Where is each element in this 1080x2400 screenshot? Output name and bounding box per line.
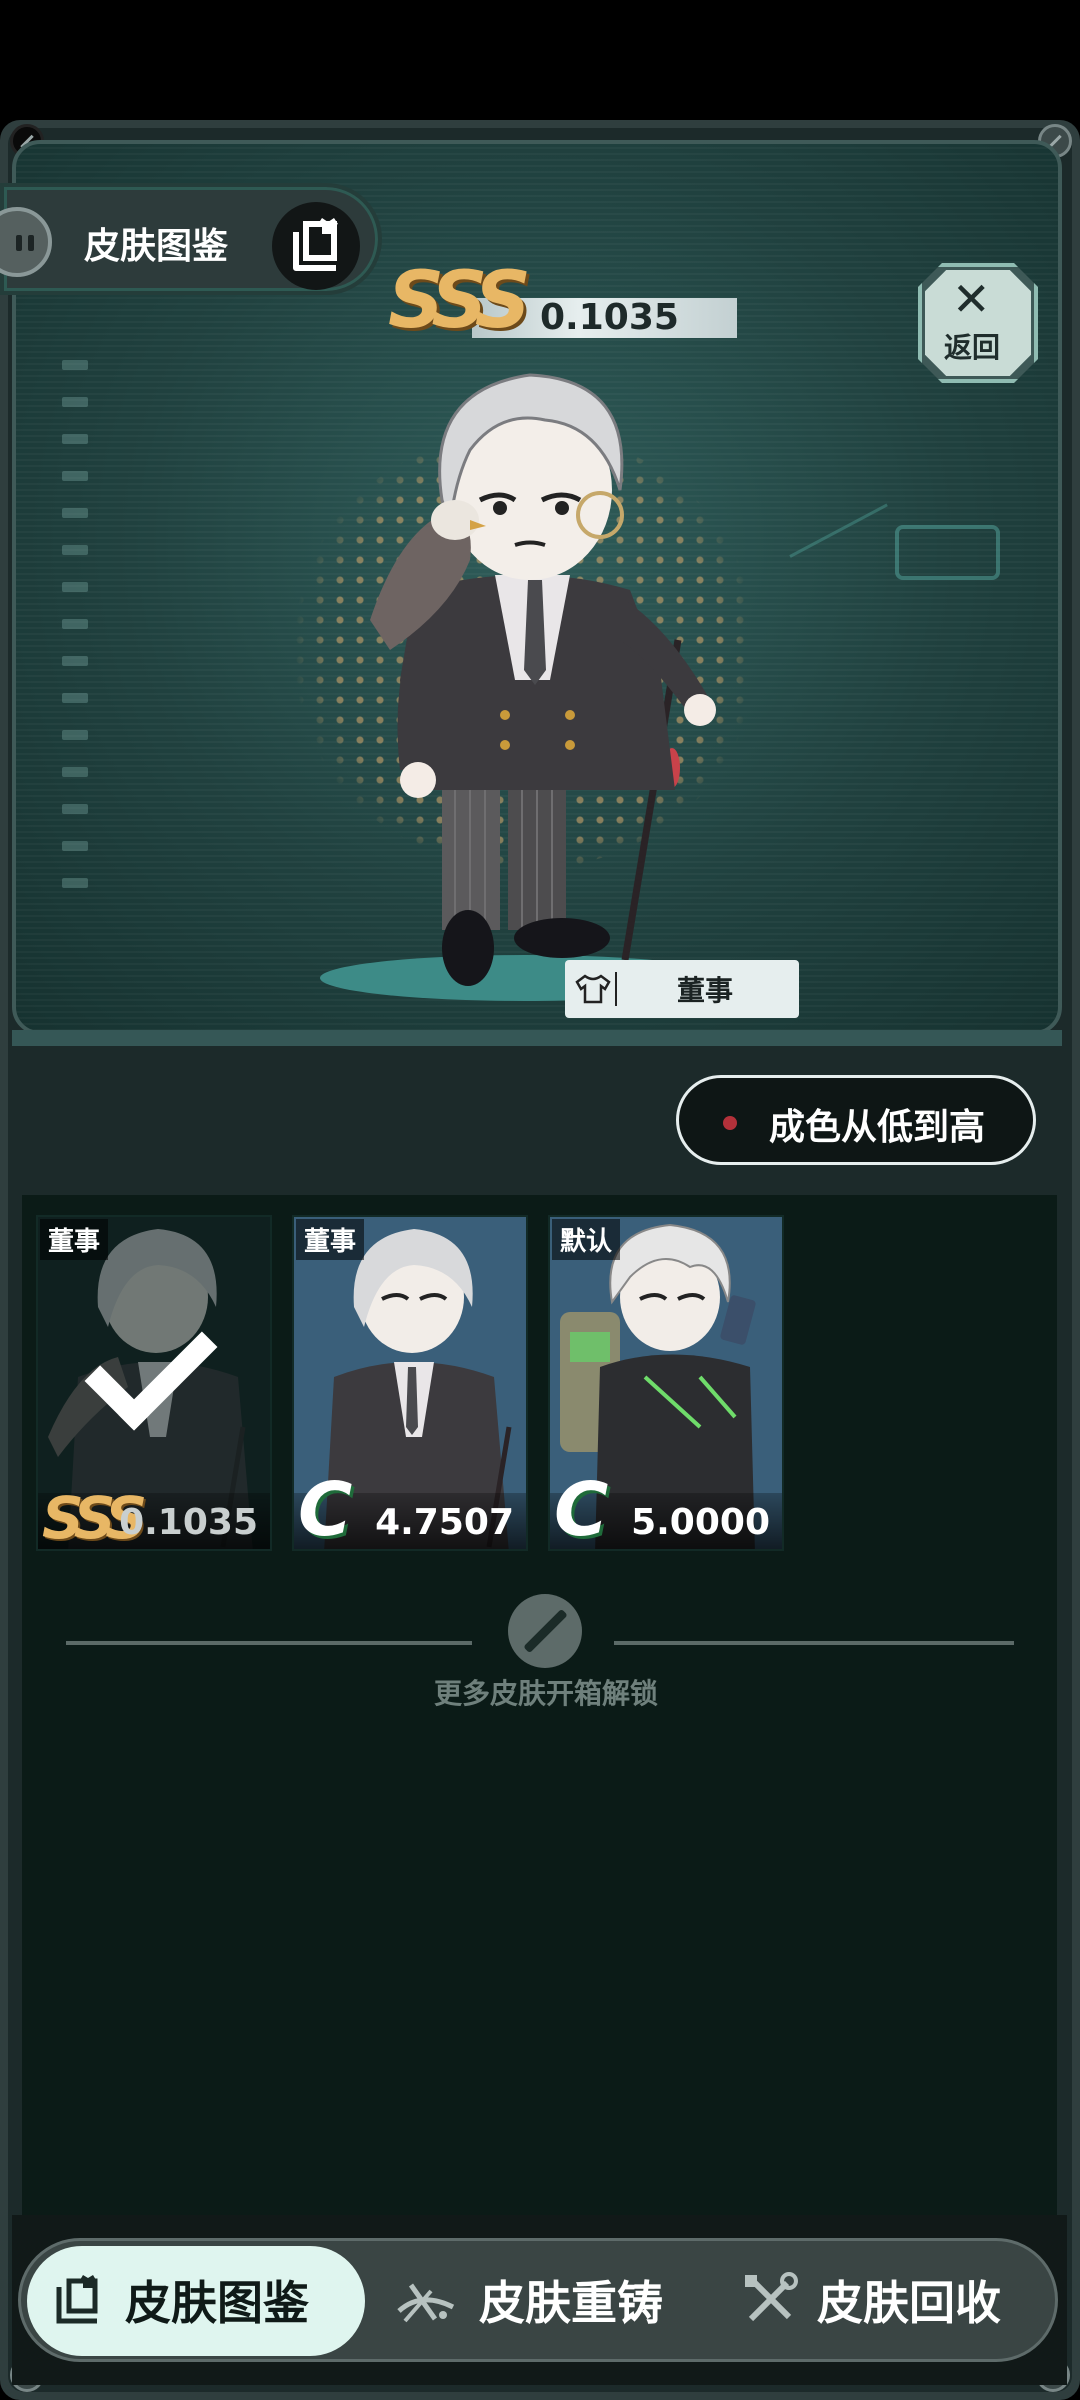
- divider-line: [614, 1641, 1014, 1645]
- pause-button[interactable]: [0, 207, 52, 277]
- page-title: 皮肤图鉴: [84, 226, 229, 267]
- skin-card[interactable]: 董事 C 4.7507: [292, 1215, 528, 1551]
- nav-item-label: 皮肤回收: [817, 2276, 1001, 2330]
- nav-item-recycle[interactable]: 皮肤回收: [741, 2241, 1001, 2359]
- sort-button[interactable]: 成色从低到高: [676, 1075, 1036, 1165]
- locked-icon: [508, 1594, 582, 1668]
- divider-line: [66, 1641, 472, 1645]
- bottom-nav: 皮肤图鉴 皮肤重铸 皮肤回收: [18, 2238, 1058, 2362]
- skin-name: 董事: [677, 974, 734, 1007]
- close-icon[interactable]: ✕: [952, 276, 991, 322]
- rarity-grade: SSS: [388, 256, 531, 346]
- sort-label: 成色从低到高: [769, 1107, 986, 1148]
- rarity-value: 0.1035: [540, 297, 679, 338]
- skin-card-grade: C: [554, 1467, 609, 1551]
- recast-icon: [397, 2283, 455, 2323]
- title-chip: 皮肤图鉴: [0, 183, 382, 295]
- nav-item-codex[interactable]: 皮肤图鉴: [49, 2241, 309, 2359]
- tools-icon: [745, 2272, 798, 2322]
- showcase-edge: [12, 1030, 1062, 1046]
- skin-card-grade: C: [298, 1467, 353, 1551]
- unlock-hint: 更多皮肤开箱解锁: [433, 1677, 658, 1710]
- skin-card-name: 董事: [40, 1219, 109, 1260]
- nav-item-label: 皮肤图鉴: [125, 2276, 309, 2330]
- skin-card-value: 0.1035: [119, 1502, 258, 1543]
- nav-item-recast[interactable]: 皮肤重铸: [391, 2241, 663, 2359]
- character-illustration: [370, 373, 716, 986]
- codex-icon: [56, 2275, 98, 2324]
- back-label[interactable]: 返回: [944, 326, 1000, 366]
- skin-card-name: 董事: [296, 1219, 365, 1260]
- rarity-banner: 0.1035 SSS: [380, 262, 740, 342]
- skin-card-value: 4.7507: [375, 1502, 514, 1543]
- skin-card[interactable]: 默认 C 5.0000: [548, 1215, 784, 1551]
- codex-icon[interactable]: [272, 202, 360, 290]
- hud-ticks: [62, 360, 102, 920]
- shirt-icon: [575, 974, 611, 1004]
- skin-card-value: 5.0000: [631, 1502, 770, 1543]
- skin-name-tag: 董事: [565, 960, 799, 1018]
- skin-card-name: 默认: [552, 1219, 621, 1260]
- nav-item-label: 皮肤重铸: [479, 2276, 663, 2330]
- skin-card[interactable]: 董事 SSS 0.1035: [36, 1215, 272, 1551]
- tag-divider: [615, 972, 617, 1006]
- hud-box: [895, 525, 1000, 580]
- sort-indicator-dot: [723, 1116, 737, 1130]
